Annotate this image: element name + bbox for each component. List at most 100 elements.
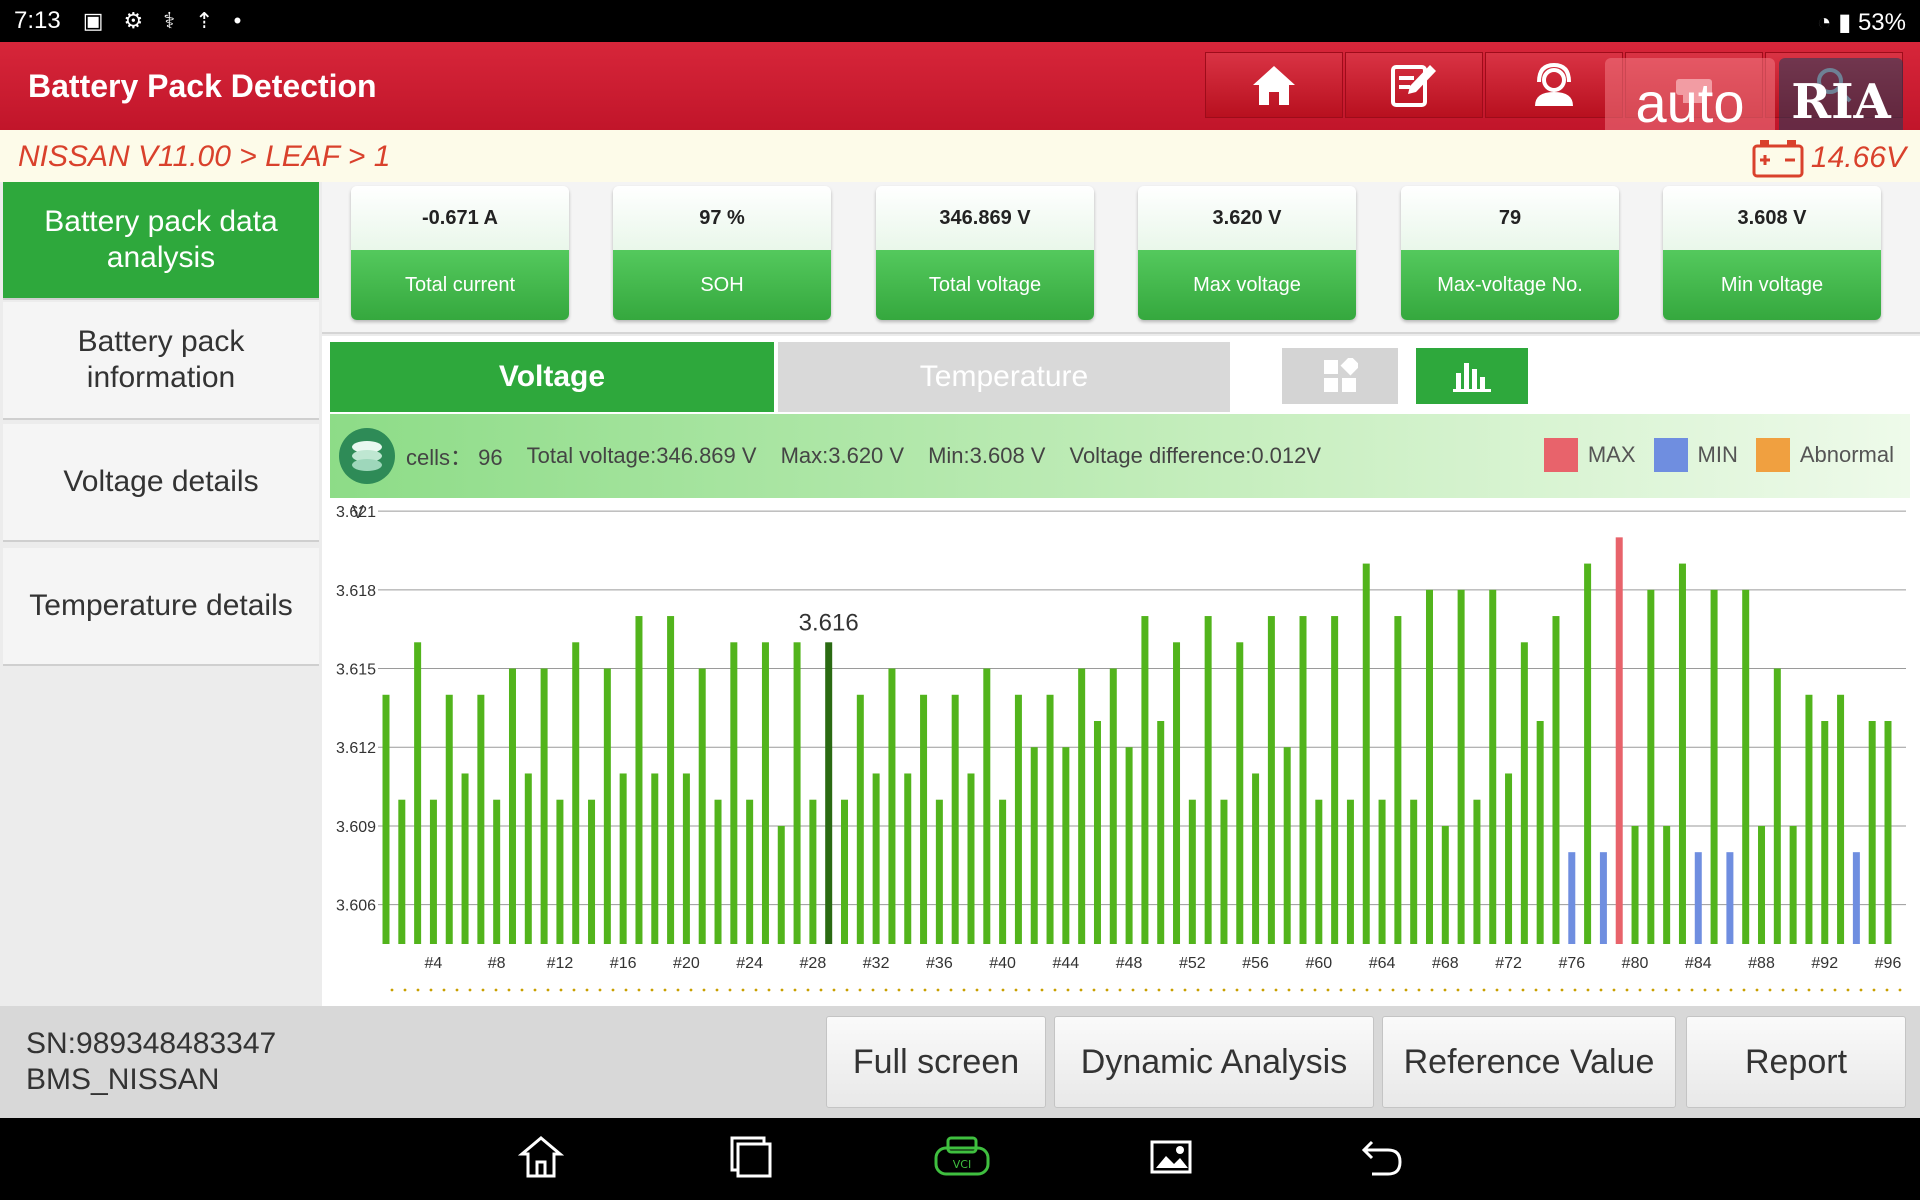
voltage-bar[interactable]: [1078, 668, 1086, 944]
tab-temperature[interactable]: Temperature: [778, 342, 1230, 412]
sidebar-item-voltage-details[interactable]: Voltage details: [3, 424, 319, 542]
voltage-bar[interactable]: [904, 773, 912, 944]
voltage-bar[interactable]: [777, 825, 785, 944]
voltage-bar[interactable]: [888, 668, 896, 944]
voltage-bar[interactable]: [635, 616, 643, 944]
voltage-bar[interactable]: [508, 668, 516, 944]
voltage-bar[interactable]: [1267, 616, 1275, 944]
voltage-bar[interactable]: [1821, 721, 1829, 944]
voltage-bar[interactable]: [1362, 563, 1370, 944]
voltage-bar[interactable]: [651, 773, 659, 944]
voltage-bar[interactable]: [1631, 825, 1639, 944]
voltage-bar[interactable]: [1536, 721, 1544, 944]
voltage-bar-min[interactable]: [1694, 852, 1702, 944]
nav-gallery-icon[interactable]: [1148, 1134, 1194, 1180]
voltage-bar[interactable]: [1173, 642, 1181, 944]
voltage-bar[interactable]: [698, 668, 706, 944]
voltage-bar[interactable]: [967, 773, 975, 944]
sidebar-item-battery-pack-information[interactable]: Battery pack information: [3, 302, 319, 420]
voltage-bar[interactable]: [1868, 721, 1876, 944]
voltage-bar[interactable]: [429, 799, 437, 944]
sidebar-item-battery-pack-data-analysis[interactable]: Battery pack data analysis: [3, 182, 319, 300]
bar-chart-view-button[interactable]: [1416, 348, 1528, 404]
cell-voltage-bar-chart[interactable]: V3.6213.6183.6153.6123.6093.6063.616#4 #8…: [322, 498, 1920, 1006]
dynamic-analysis-button[interactable]: Dynamic Analysis: [1054, 1016, 1374, 1108]
voltage-bar[interactable]: [1378, 799, 1386, 944]
voltage-bar-selected[interactable]: [825, 642, 833, 944]
voltage-bar[interactable]: [983, 668, 991, 944]
full-screen-button[interactable]: Full screen: [826, 1016, 1046, 1108]
voltage-bar[interactable]: [1773, 668, 1781, 944]
voltage-bar[interactable]: [1062, 747, 1070, 944]
voltage-bar[interactable]: [1489, 589, 1497, 944]
voltage-bar[interactable]: [524, 773, 532, 944]
voltage-bar[interactable]: [1046, 694, 1054, 944]
report-button[interactable]: Report: [1686, 1016, 1906, 1108]
voltage-bar[interactable]: [1505, 773, 1513, 944]
voltage-bar[interactable]: [1109, 668, 1117, 944]
voltage-bar[interactable]: [809, 799, 817, 944]
voltage-bar-max[interactable]: [1615, 537, 1623, 944]
voltage-bar[interactable]: [1552, 616, 1560, 944]
nav-back-icon[interactable]: [1358, 1134, 1404, 1180]
voltage-bar[interactable]: [1283, 747, 1291, 944]
voltage-bar[interactable]: [999, 799, 1007, 944]
voltage-bar[interactable]: [872, 773, 880, 944]
voltage-bar[interactable]: [603, 668, 611, 944]
voltage-bar-min[interactable]: [1599, 852, 1607, 944]
voltage-bar[interactable]: [1014, 694, 1022, 944]
voltage-bar[interactable]: [1473, 799, 1481, 944]
home-button[interactable]: [1205, 52, 1343, 118]
reference-value-button[interactable]: Reference Value: [1382, 1016, 1676, 1108]
voltage-bar[interactable]: [951, 694, 959, 944]
remote-support-button[interactable]: [1485, 52, 1623, 118]
voltage-bar[interactable]: [1663, 825, 1671, 944]
voltage-bar[interactable]: [1157, 721, 1165, 944]
voltage-bar[interactable]: [1789, 825, 1797, 944]
voltage-bar[interactable]: [1315, 799, 1323, 944]
voltage-bar[interactable]: [1425, 589, 1433, 944]
voltage-bar[interactable]: [619, 773, 627, 944]
voltage-bar[interactable]: [493, 799, 501, 944]
voltage-bar-min[interactable]: [1568, 852, 1576, 944]
voltage-bar[interactable]: [1299, 616, 1307, 944]
voltage-bar[interactable]: [461, 773, 469, 944]
voltage-bar[interactable]: [477, 694, 485, 944]
voltage-bar[interactable]: [540, 668, 548, 944]
voltage-bar[interactable]: [1204, 616, 1212, 944]
voltage-bar[interactable]: [1394, 616, 1402, 944]
voltage-bar-min[interactable]: [1852, 852, 1860, 944]
grid-view-button[interactable]: [1282, 348, 1398, 404]
edit-report-button[interactable]: [1345, 52, 1483, 118]
voltage-bar[interactable]: [730, 642, 738, 944]
voltage-bar[interactable]: [761, 642, 769, 944]
voltage-bar[interactable]: [1441, 825, 1449, 944]
voltage-bar[interactable]: [1457, 589, 1465, 944]
voltage-bar[interactable]: [920, 694, 928, 944]
voltage-bar[interactable]: [445, 694, 453, 944]
voltage-bar[interactable]: [1742, 589, 1750, 944]
voltage-bar[interactable]: [556, 799, 564, 944]
voltage-bar[interactable]: [714, 799, 722, 944]
voltage-bar[interactable]: [1188, 799, 1196, 944]
voltage-bar[interactable]: [1093, 721, 1101, 944]
voltage-bar[interactable]: [1758, 825, 1766, 944]
voltage-bar[interactable]: [1346, 799, 1354, 944]
voltage-bar[interactable]: [1647, 589, 1655, 944]
voltage-bar[interactable]: [1141, 616, 1149, 944]
voltage-bar[interactable]: [1710, 589, 1718, 944]
voltage-bar[interactable]: [414, 642, 422, 944]
voltage-bar[interactable]: [1837, 694, 1845, 944]
sidebar-item-temperature-details[interactable]: Temperature details: [3, 548, 319, 666]
nav-vci-icon[interactable]: VCI: [932, 1134, 992, 1180]
voltage-bar[interactable]: [1584, 563, 1592, 944]
tab-voltage[interactable]: Voltage: [330, 342, 774, 412]
voltage-bar[interactable]: [841, 799, 849, 944]
nav-recent-apps-icon[interactable]: [728, 1134, 774, 1180]
voltage-bar[interactable]: [793, 642, 801, 944]
voltage-bar-min[interactable]: [1726, 852, 1734, 944]
voltage-bar[interactable]: [1520, 642, 1528, 944]
voltage-bar[interactable]: [1030, 747, 1038, 944]
voltage-bar[interactable]: [1125, 747, 1133, 944]
voltage-bar[interactable]: [746, 799, 754, 944]
